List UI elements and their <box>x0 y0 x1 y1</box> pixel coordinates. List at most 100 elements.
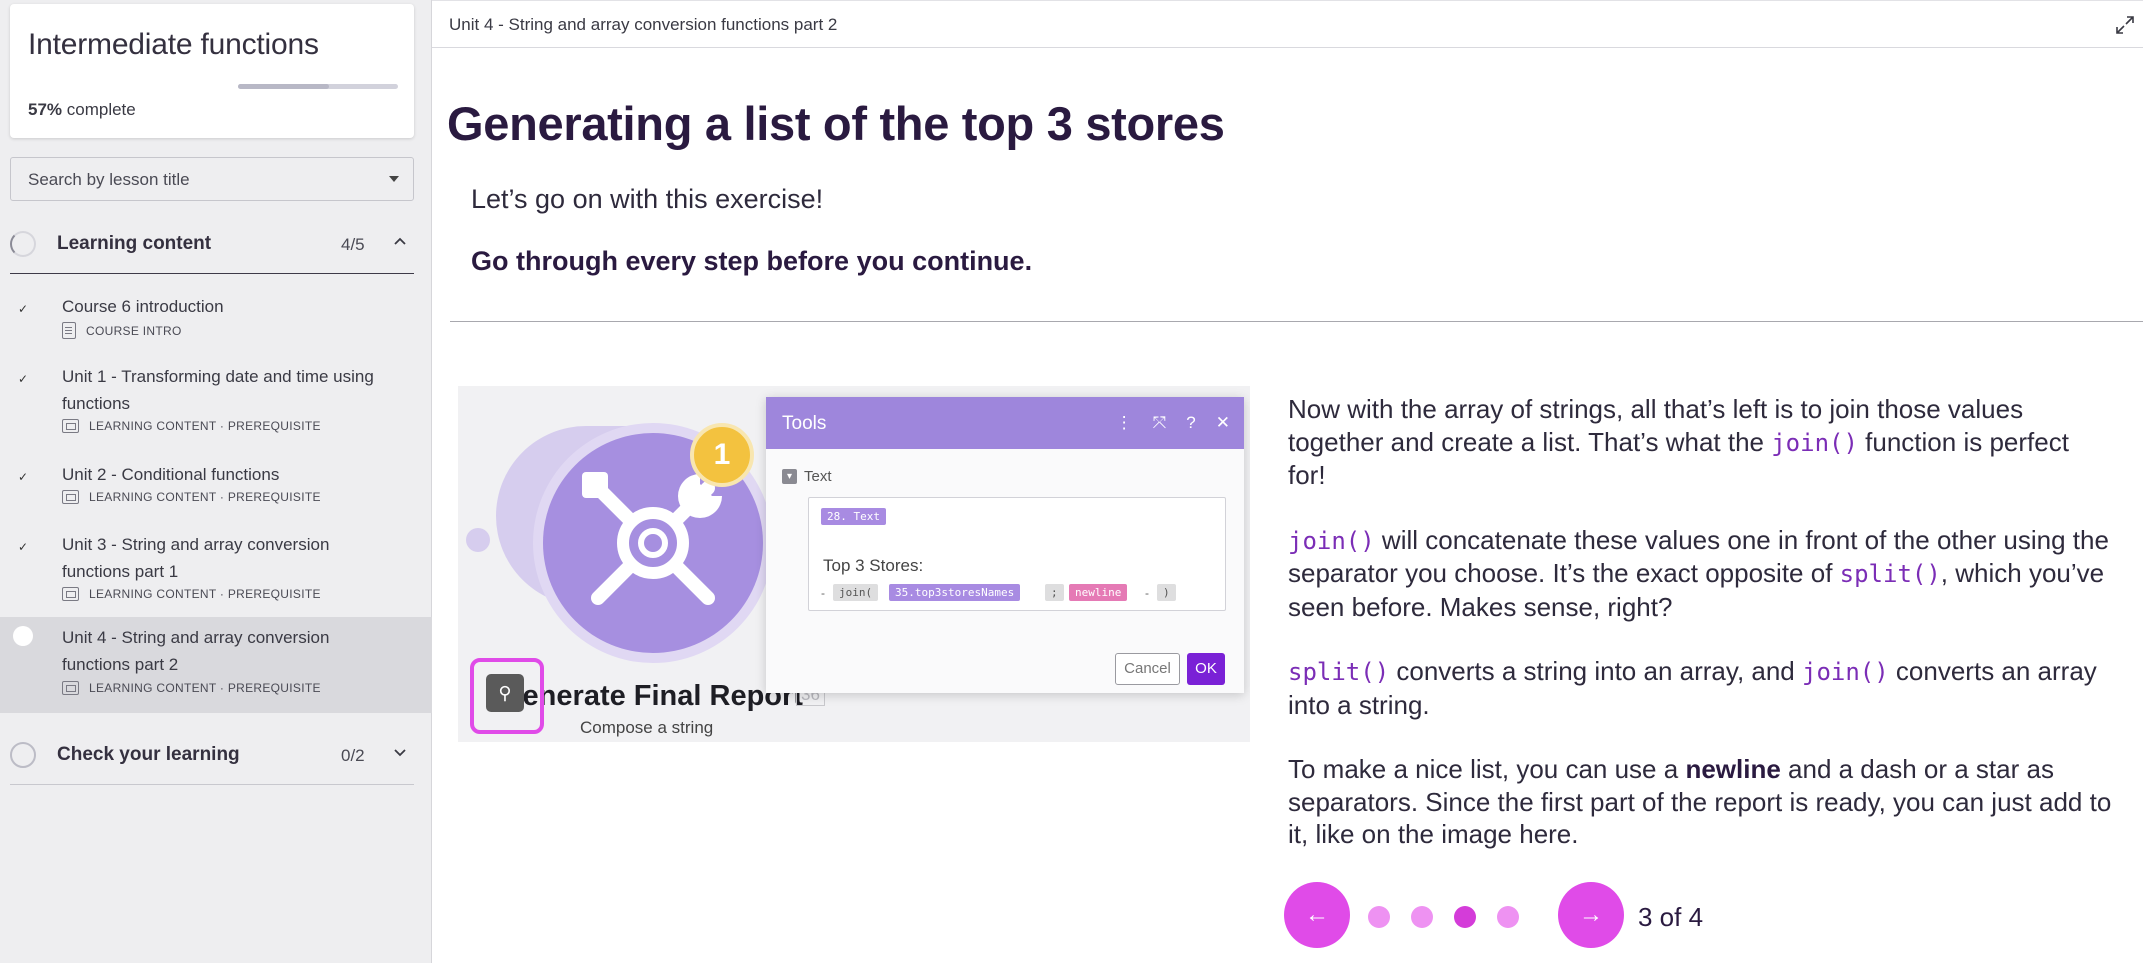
lesson-title: Unit 3 - String and array conversion fun… <box>62 535 330 581</box>
pager-dot-1[interactable] <box>1368 906 1390 928</box>
breadcrumb: Unit 4 - String and array conversion fun… <box>449 15 838 34</box>
progress-suffix: complete <box>62 100 136 119</box>
help-icon: ? <box>1186 413 1196 432</box>
pager-dot-4[interactable] <box>1497 906 1519 928</box>
incomplete-circle-icon <box>13 626 33 646</box>
lesson-item[interactable]: ✓ Unit 2 - Conditional functions LEARNIN… <box>0 457 432 513</box>
dialog-header: Tools ⋮ ⤧ ? ✕ <box>766 397 1244 449</box>
paragraph: join() will concatenate these values one… <box>1288 524 2112 624</box>
page-title: Generating a list of the top 3 stores <box>447 97 1225 150</box>
lesson-meta-text: LEARNING CONTENT · PREREQUISITE <box>89 419 321 433</box>
progress-percent: 57% <box>28 100 63 119</box>
lesson-meta: LEARNING CONTENT · PREREQUISITE <box>62 587 321 601</box>
module-subtitle: Compose a string <box>580 718 714 737</box>
lesson-item[interactable]: ✓ Unit 1 - Transforming date and time us… <box>0 359 432 437</box>
arrow-left-icon: ← <box>1305 901 1329 928</box>
section-learning-content[interactable]: Learning content 4/5 <box>0 212 432 274</box>
slide-pager: ← → 3 of 4 <box>1284 882 1724 950</box>
text-span: converts a string into an array, and <box>1389 656 1802 686</box>
module-badge: 1 <box>690 423 754 487</box>
section-progress-ring-icon <box>10 231 36 257</box>
dialog-header-icons: ⋮ ⤧ ? ✕ <box>1116 413 1230 433</box>
lesson-meta-text: LEARNING CONTENT · PREREQUISITE <box>89 587 321 601</box>
tools-dialog: Tools ⋮ ⤧ ? ✕ ▾ Text 28. Text Top 3 Stor… <box>766 397 1244 693</box>
previous-button[interactable]: ← <box>1284 882 1350 948</box>
sidebar: Intermediate functions 57% complete Sear… <box>0 0 432 963</box>
lesson-content: Unit 4 - String and array conversion fun… <box>432 0 2143 963</box>
section-label: Learning content <box>57 233 212 254</box>
dash-separator: - <box>1145 586 1149 600</box>
paragraph: split() converts a string into an array,… <box>1288 655 2112 721</box>
lesson-item-active[interactable]: Unit 4 - String and array conversion fun… <box>0 617 432 713</box>
dialog-title: Tools <box>782 413 827 434</box>
lesson-title: Unit 1 - Transforming date and time usin… <box>62 367 374 413</box>
section-count: 4/5 <box>341 235 365 254</box>
section-divider <box>10 784 414 785</box>
lesson-meta: LEARNING CONTENT · PREREQUISITE <box>62 490 321 504</box>
course-progress-bar <box>238 84 398 89</box>
course-progress-fill <box>238 84 330 89</box>
token-join: join( <box>833 584 879 601</box>
document-icon <box>62 322 76 339</box>
code-span: join() <box>1288 526 1375 555</box>
caret-down-icon <box>389 176 399 182</box>
code-span: split() <box>1288 658 1390 686</box>
lesson-image: 1 Generate Final Report 36 Compose a str… <box>458 386 1250 742</box>
dialog-cancel-button: Cancel <box>1115 653 1180 685</box>
lesson-title: Course 6 introduction <box>62 297 224 316</box>
pager-dot-2[interactable] <box>1411 906 1433 928</box>
text-span: To make a nice list, you can use a <box>1288 754 1686 784</box>
progress-text: 57% complete <box>28 100 136 120</box>
close-icon: ✕ <box>1215 413 1230 432</box>
slides-icon <box>62 587 79 601</box>
more-icon: ⋮ <box>1115 413 1133 432</box>
token-separator: ; <box>1045 584 1064 601</box>
check-icon: ✓ <box>13 467 33 487</box>
check-icon: ✓ <box>13 537 33 557</box>
dialog-ok-button: OK <box>1187 653 1225 685</box>
token-newline: newline <box>1069 584 1128 601</box>
code-span: split() <box>1839 560 1941 588</box>
fullscreen-icon: ⤧ <box>1152 413 1167 432</box>
section-progress-ring-icon <box>10 742 36 768</box>
next-button[interactable]: → <box>1558 882 1624 948</box>
slides-icon <box>62 681 79 695</box>
lesson-search-select[interactable]: Search by lesson title <box>10 157 414 201</box>
token-text: 28. Text <box>821 508 886 525</box>
token-names: 35.top3storesNames <box>889 584 1021 601</box>
slides-icon <box>62 490 79 504</box>
lesson-meta: LEARNING CONTENT · PREREQUISITE <box>62 419 321 433</box>
lesson-meta-text: LEARNING CONTENT · PREREQUISITE <box>89 681 321 695</box>
collapse-icon: ▾ <box>782 469 797 484</box>
intro-text: Let’s go on with this exercise! <box>471 184 824 214</box>
search-icon: ⚲ <box>486 674 524 712</box>
field-label: Text <box>804 468 832 485</box>
lesson-title: Unit 4 - String and array conversion fun… <box>62 628 330 674</box>
lesson-item[interactable]: ✓ Course 6 introduction COURSE INTRO <box>0 289 432 345</box>
bold-span: newline <box>1685 754 1781 784</box>
section-divider <box>10 273 414 274</box>
module-title: Generate Final Report <box>500 680 803 712</box>
course-card: Intermediate functions 57% complete <box>10 4 414 138</box>
expand-icon[interactable] <box>2115 15 2135 35</box>
arrow-right-icon: → <box>1579 901 1603 928</box>
course-title: Intermediate functions <box>28 28 319 61</box>
lesson-item[interactable]: ✓ Unit 3 - String and array conversion f… <box>0 527 432 605</box>
lesson-search-placeholder: Search by lesson title <box>28 170 190 189</box>
paragraph: To make a nice list, you can use a newli… <box>1288 753 2112 851</box>
check-icon: ✓ <box>13 369 33 389</box>
section-label: Check your learning <box>57 744 240 765</box>
section-check-your-learning[interactable]: Check your learning 0/2 <box>0 723 432 785</box>
pager-dot-3[interactable] <box>1454 906 1476 928</box>
paragraph: Now with the array of strings, all that’… <box>1288 393 2112 492</box>
chevron-down-icon[interactable] <box>393 745 407 759</box>
lesson-title: Unit 2 - Conditional functions <box>62 465 280 484</box>
pager-label: 3 of 4 <box>1638 902 1704 932</box>
module-highlight: ⚲ <box>470 658 544 734</box>
field-line: Top 3 Stores: <box>823 556 924 575</box>
chevron-up-icon[interactable] <box>393 234 407 248</box>
slides-icon <box>62 419 79 433</box>
code-span: join() <box>1771 428 1858 457</box>
lesson-meta-text: COURSE INTRO <box>86 323 182 338</box>
lesson-meta: LEARNING CONTENT · PREREQUISITE <box>62 681 321 695</box>
